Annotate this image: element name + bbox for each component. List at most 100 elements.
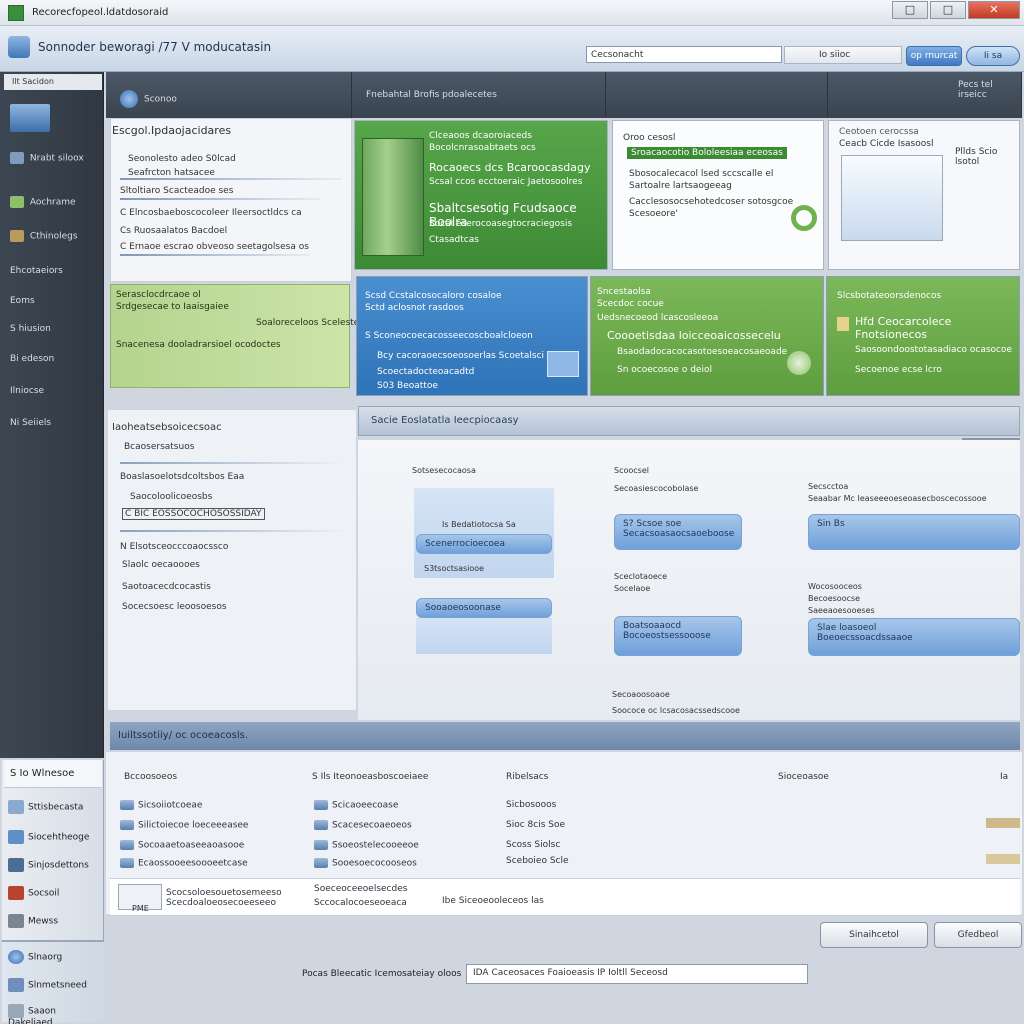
table-header[interactable]: S Ils Iteonoeasboscoeiaee [312, 772, 428, 782]
feature-tile-white[interactable]: Oroo cesosl Sroacaocotio Bololeesiaa ece… [612, 120, 824, 270]
workflow-label: Becoesoocse [808, 594, 861, 603]
sidebar-item-2[interactable]: Nrabt siloox [6, 148, 98, 168]
info-line[interactable]: C Elncosbaeboscocoleer Ileersoctldcs ca [120, 208, 302, 218]
details-line[interactable]: Boaslasoelotsdcoltsbos Eaa [120, 472, 244, 482]
file-icon [120, 840, 134, 850]
sidebar2-item-1[interactable]: Sttisbecasta [4, 794, 102, 820]
info-line[interactable]: C Ernaoe escrao obveoso seetagolsesa os [120, 242, 309, 252]
sidebar-item-9[interactable]: Ilniocse [6, 382, 98, 402]
workflow-node[interactable]: Slae loasoeol Boeoecssoacdssaaoe [808, 618, 1020, 656]
toolbar-section-3[interactable] [606, 72, 828, 118]
sidebar-item-6[interactable]: Eoms [6, 292, 98, 312]
sidebar2-item-4[interactable]: Socsoil [4, 880, 102, 906]
tile-line: Ceotoen cerocssa [839, 127, 919, 137]
table-cell[interactable]: Silictoiecoe loeceeeasee [120, 820, 248, 831]
toolbar-section-1[interactable]: Sconoo [106, 72, 352, 118]
sidebar2-item-2[interactable]: Siocehtheoge [4, 824, 102, 850]
minimize-button[interactable]: □ [892, 1, 928, 19]
app-icon [10, 104, 50, 132]
sidebar-item-4[interactable]: Cthinolegs [6, 226, 98, 246]
table-header[interactable]: Ribelsacs [506, 772, 548, 782]
details-input[interactable]: C BIC EOSSOCOCHOSOSSIDAY [122, 508, 265, 520]
feature-tile-blue[interactable]: Scsd Ccstalcosocaloro cosaloe Sctd aclos… [356, 276, 588, 396]
table-header[interactable]: Bccoosoeos [124, 772, 177, 782]
node-label: Boeoecssoacdssaaoe [817, 633, 913, 643]
workflow-node[interactable]: Scenerrocioecoea [416, 534, 552, 554]
primary-header-button[interactable]: op rnurcat [906, 46, 962, 66]
table-cell: Scocsoloesouetosemeeso [166, 888, 282, 898]
file-icon [120, 800, 134, 810]
sidebar-item-3[interactable]: Aochrame [6, 192, 98, 212]
sidebar2-item-3[interactable]: Sinjosdettons [4, 852, 102, 878]
table-cell[interactable]: Scacesecoaeoeos [314, 820, 412, 831]
table-cell[interactable]: Socoaaetoaseeaoasooe [120, 840, 244, 851]
tile-line: Bcy cacoraoecsoeosoerlas Scoetalsci [377, 351, 545, 361]
maximize-button[interactable]: □ [930, 1, 966, 19]
feature-tile-green-2[interactable]: Sncestaolsa Scecdoc cocue Uedsnecoeod lc… [590, 276, 824, 396]
close-button[interactable]: ✕ [968, 1, 1020, 19]
details-line[interactable]: N Elsotsceocccoaocssco [120, 542, 228, 552]
workflow-label: Secscctoa [808, 482, 849, 491]
feature-tile-green-3[interactable]: Slcsbotateoorsdenocos Hfd Ceocarcolece F… [826, 276, 1020, 396]
sidebar2-item-5[interactable]: Mewss [4, 908, 102, 934]
footer-label: Pocas Bleecatic Icemosateiay oloos [302, 969, 462, 979]
sidebar-item-7[interactable]: S hiusion [6, 320, 98, 340]
table-cell: Scoss Siolsc [506, 840, 561, 850]
cell-text: Silictoiecoe loeceeeasee [138, 820, 249, 831]
globe-icon [8, 950, 24, 964]
tile-line: Scecdoc cocue [597, 299, 664, 309]
table-header[interactable]: Ia [1000, 772, 1008, 782]
workflow-node[interactable]: Sin Bs [808, 514, 1020, 550]
table-header[interactable]: Sioceoasoe [778, 772, 829, 782]
tile-badge: Sroacaocotio Bololeesiaa eceosas [627, 147, 787, 159]
cell-text: Scicaoeecoase [332, 800, 399, 811]
table-cell[interactable]: Ssoeostelecooeeoe [314, 840, 419, 851]
refresh-icon [791, 205, 817, 231]
table-cell: Sicbosooos [506, 800, 557, 810]
details-title: Iaoheatsebsoicecsoac [112, 422, 222, 433]
tile-line: Ctasadtcas [429, 235, 479, 245]
footer-input[interactable]: IDA Caceosaces Foaioeasis IP Ioltll Sece… [466, 964, 808, 984]
workflow-node[interactable]: Sooaoeosoonase [416, 598, 552, 618]
sidebar2-item-8[interactable]: Saaon Dakeliaed [4, 998, 102, 1024]
sidebar-item-1[interactable] [6, 100, 98, 136]
table-cell[interactable]: Ecaossooeesoooeetcase [120, 858, 248, 869]
cell-text: Ssoeostelecooeeoe [332, 840, 419, 851]
workflow-label: Scoocsel [614, 466, 649, 475]
secondary-header-button[interactable]: Ii sa [966, 46, 1020, 66]
divider [120, 178, 342, 180]
toolbar-section-4[interactable]: Pecs tel irseicc [828, 72, 1022, 118]
table-cell[interactable]: Sooesoecocooseos [314, 858, 417, 869]
tile-line: Bsaodadocacocasotoesoeacosaeoade [617, 347, 788, 357]
view-combo[interactable]: Io siioc [784, 46, 902, 64]
info-panel-title: Escgol.Ipdaojacidares [112, 124, 232, 137]
table-cell[interactable]: Scicaoeecoase [314, 800, 398, 811]
file-icon [120, 820, 134, 830]
workflow-label: Soococe oc lcsacosacssedscooe [612, 706, 740, 715]
toolbar-section-2[interactable]: Fnebahtal Brofis pdoalecetes [352, 72, 606, 118]
info-line[interactable]: Cs Ruosaalatos Bacdoel [120, 226, 227, 236]
workflow-node[interactable]: S? Scsoe soe Secacsoasaocsaoeboose [614, 514, 742, 550]
sidebar-item-5[interactable]: Ehcotaeiors [6, 262, 98, 282]
details-line[interactable]: Saocoloolicoeosbs [130, 492, 212, 502]
image-icon [547, 351, 579, 377]
sidebar-item-8[interactable]: Bi edeson [6, 350, 98, 370]
workflow-label: Socelaoe [614, 584, 651, 593]
table-cell[interactable]: Sicsoiiotcoeae [120, 800, 202, 811]
workflow-label: Saeeaoesooeses [808, 606, 875, 615]
feature-tile-screenshot[interactable]: Ceotoen cerocssa Ceacb Cicde Isasoosl Pl… [828, 120, 1020, 270]
refresh-icon [787, 351, 811, 375]
sidebar-item-10[interactable]: Ni Seiiels [6, 414, 98, 434]
details-line: Slaolc oecaoooes [122, 560, 200, 570]
sidebar2-item-7[interactable]: Slnmetsneed [4, 972, 102, 998]
tile-line: Ceacb Cicde Isasoosl [839, 139, 934, 149]
doc-icon [8, 1004, 24, 1018]
workflow-label: Sceclotaoece [614, 572, 668, 581]
sidebar2-item-6[interactable]: Slnaorg [4, 944, 102, 970]
tile-line: Clceaoos dcaoroiaceds [429, 131, 532, 141]
search-input[interactable] [586, 46, 782, 63]
workflow-node[interactable]: Boatsoaaocd Bocoeostsessooose [614, 616, 742, 656]
action-button-1[interactable]: Sinaihcetol [820, 922, 928, 948]
action-button-2[interactable]: Gfedbeol [934, 922, 1022, 948]
highlight-line: Serasclocdrcaoe ol [116, 290, 201, 300]
